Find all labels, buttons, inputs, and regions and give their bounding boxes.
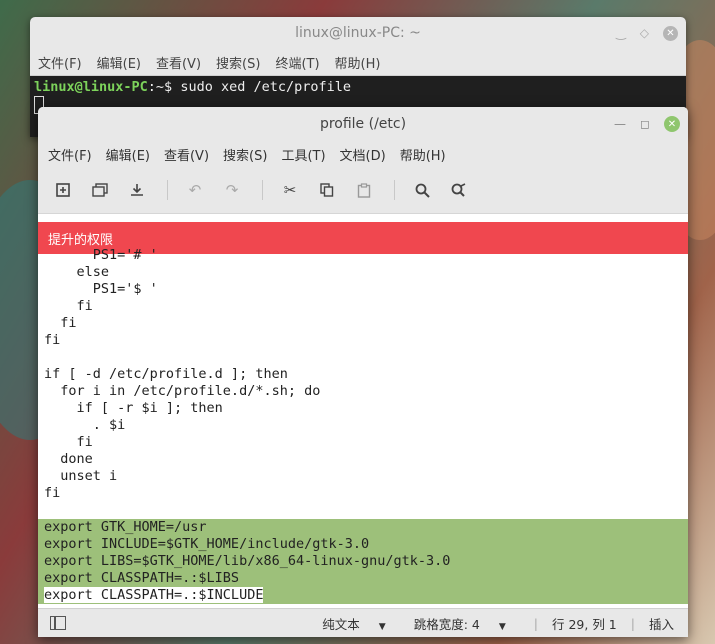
- code-line: for i in /etc/profile.d/*.sh; do: [44, 383, 321, 399]
- code-line: fi: [44, 485, 61, 501]
- code-line: fi: [44, 315, 77, 331]
- maximize-icon[interactable]: ◻: [640, 117, 650, 131]
- close-icon[interactable]: ✕: [664, 116, 680, 132]
- side-panel-toggle-icon[interactable]: [50, 616, 66, 630]
- tab-width-label: 跳格宽度: 4: [413, 616, 480, 632]
- close-icon[interactable]: ✕: [663, 25, 678, 41]
- terminal-command: sudo xed /etc/profile: [172, 79, 351, 95]
- toolbar-separator: [394, 180, 395, 200]
- open-icon[interactable]: [85, 175, 115, 205]
- editor-menu-view[interactable]: 查看(V): [164, 145, 209, 164]
- terminal-titlebar: linux@linux-PC: ~ ‿ ◇ ✕: [30, 17, 686, 49]
- undo-icon[interactable]: ↶: [180, 175, 210, 205]
- editor-menubar: 文件(F) 编辑(E) 查看(V) 搜索(S) 工具(T) 文档(D) 帮助(H…: [38, 141, 688, 167]
- editor-menu-tools[interactable]: 工具(T): [281, 145, 325, 164]
- save-icon[interactable]: [122, 175, 152, 205]
- terminal-menu-view[interactable]: 查看(V): [156, 53, 201, 72]
- prompt-path: :~$: [147, 79, 173, 95]
- terminal-menubar: 文件(F) 编辑(E) 查看(V) 搜索(S) 终端(T) 帮助(H): [30, 49, 686, 76]
- terminal-menu-terminal[interactable]: 终端(T): [275, 53, 319, 72]
- editor-title: profile (/etc): [319, 116, 407, 132]
- insert-mode: 插入: [648, 616, 674, 632]
- terminal-title: linux@linux-PC: ~: [295, 25, 421, 41]
- editor-titlebar: profile (/etc) — ◻ ✕: [38, 107, 688, 141]
- code-line: if [ -d /etc/profile.d ]; then: [44, 366, 288, 382]
- copy-icon[interactable]: [312, 175, 342, 205]
- editor-menu-file[interactable]: 文件(F): [48, 145, 92, 164]
- text-editor-area[interactable]: PS1='# ' else PS1='$ ' fi fi fi if [ -d /e…: [38, 247, 688, 604]
- editor-menu-documents[interactable]: 文档(D): [340, 145, 386, 164]
- code-line: fi: [44, 434, 93, 450]
- paste-icon[interactable]: [349, 175, 379, 205]
- terminal-menu-help[interactable]: 帮助(H): [335, 53, 381, 72]
- code-line: PS1='# ': [44, 247, 158, 263]
- editor-menu-help[interactable]: 帮助(H): [400, 145, 446, 164]
- code-line: if [ -r $i ]; then: [44, 400, 223, 416]
- code-line: fi: [44, 332, 61, 348]
- editor-toolbar: ↶ ↷ ✂: [38, 167, 688, 214]
- search-icon[interactable]: [407, 175, 437, 205]
- minimize-icon[interactable]: —: [614, 117, 626, 131]
- syntax-selector[interactable]: 纯文本 ▼: [322, 614, 399, 633]
- prompt-user: linux@linux-PC: [34, 79, 148, 95]
- code-line-selected: export GTK_HOME=/usr: [38, 519, 688, 536]
- maximize-icon[interactable]: ◇: [640, 26, 649, 40]
- statusbar: 纯文本 ▼ 跳格宽度: 4 ▼ | 行 29, 列 1 | 插入: [38, 608, 688, 637]
- new-file-icon[interactable]: [48, 175, 78, 205]
- status-separator: |: [630, 615, 635, 631]
- code-line: PS1='$ ': [44, 281, 158, 297]
- editor-menu-search[interactable]: 搜索(S): [223, 145, 267, 164]
- terminal-menu-edit[interactable]: 编辑(E): [97, 53, 141, 72]
- code-line: done: [44, 451, 93, 467]
- syntax-label: 纯文本: [322, 616, 360, 632]
- editor-window[interactable]: profile (/etc) — ◻ ✕ 文件(F) 编辑(E) 查看(V) 搜…: [38, 107, 688, 637]
- toolbar-separator: [167, 180, 168, 200]
- code-line: . $i: [44, 417, 126, 433]
- chevron-down-icon: ▼: [378, 621, 386, 632]
- cut-icon[interactable]: ✂: [275, 175, 305, 205]
- status-separator: |: [533, 615, 538, 631]
- code-line-selected: export CLASSPATH=.:$INCLUDE: [38, 587, 688, 604]
- tab-width-selector[interactable]: 跳格宽度: 4 ▼: [414, 614, 520, 633]
- terminal-menu-file[interactable]: 文件(F): [38, 53, 82, 72]
- editor-menu-edit[interactable]: 编辑(E): [106, 145, 150, 164]
- terminal-menu-search[interactable]: 搜索(S): [216, 53, 260, 72]
- redo-icon[interactable]: ↷: [217, 175, 247, 205]
- selected-text: export CLASSPATH=.:$INCLUDE: [44, 587, 264, 603]
- code-line-selected: export CLASSPATH=.:$LIBS: [38, 570, 688, 587]
- code-line: unset i: [44, 468, 118, 484]
- minimize-icon[interactable]: ‿: [616, 26, 626, 40]
- code-line-selected: export LIBS=$GTK_HOME/lib/x86_64-linux-g…: [38, 553, 688, 570]
- code-line: else: [44, 264, 110, 280]
- toolbar-separator: [262, 180, 263, 200]
- replace-icon[interactable]: [444, 175, 474, 205]
- code-line: fi: [44, 298, 93, 314]
- cursor-position: 行 29, 列 1: [552, 616, 617, 632]
- chevron-down-icon: ▼: [498, 621, 506, 632]
- code-line-selected: export INCLUDE=$GTK_HOME/include/gtk-3.0: [38, 536, 688, 553]
